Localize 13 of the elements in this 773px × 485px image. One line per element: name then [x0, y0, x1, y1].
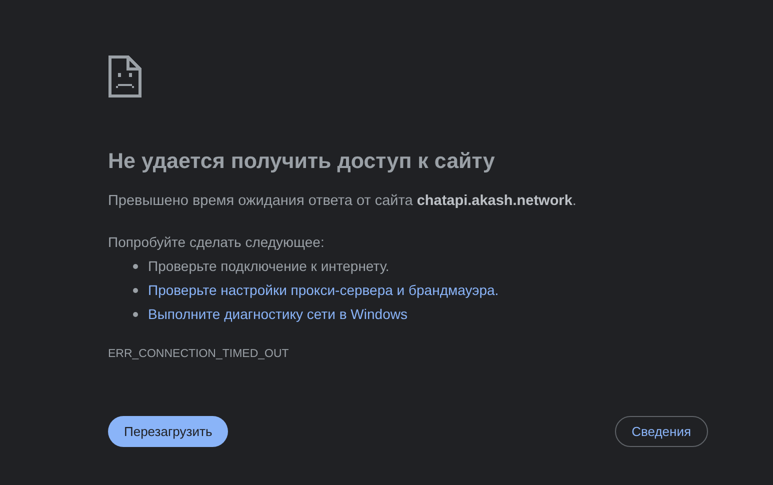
reload-button[interactable]: Перезагрузить [108, 416, 228, 447]
sad-file-icon [108, 55, 142, 98]
error-summary: Превышено время ожидания ответа от сайта chatapi.akash.network. [108, 192, 576, 211]
suggestion-text: Проверьте подключение к интернету. [148, 258, 390, 274]
details-button[interactable]: Сведения [614, 416, 708, 447]
error-heading: Не удается получить доступ к сайту [108, 148, 495, 175]
suggestion-link[interactable]: Проверьте настройки прокси-сервера и брандмауэра. [148, 282, 499, 298]
bullet-icon [133, 312, 138, 316]
bullet-icon [133, 264, 138, 268]
bullet-icon [133, 288, 138, 292]
suggestions-intro: Попробуйте сделать следующее: [108, 233, 324, 252]
error-code: ERR_CONNECTION_TIMED_OUT [108, 347, 289, 362]
suggestion-link[interactable]: Выполните диагностику сети в Windows [148, 306, 408, 322]
